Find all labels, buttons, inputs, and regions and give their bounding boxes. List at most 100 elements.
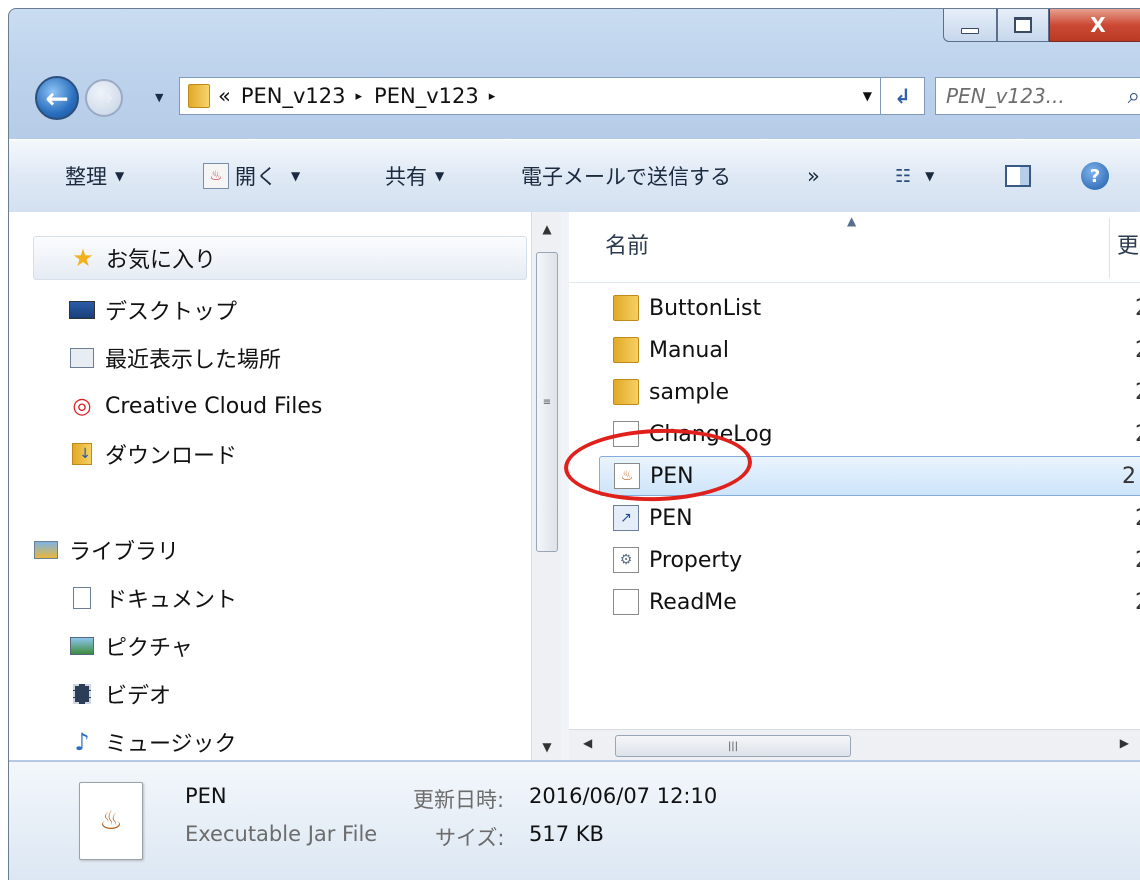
star-icon: ★ <box>72 244 94 272</box>
more-commands-icon: » <box>807 164 820 188</box>
preview-pane-icon <box>1005 165 1031 187</box>
refresh-button[interactable]: ↲ <box>881 77 925 115</box>
preview-pane-button[interactable] <box>1005 140 1031 212</box>
file-list-hscrollbar[interactable]: ◀ ||| ▶ <box>569 729 1140 760</box>
breadcrumb-arrow-icon[interactable]: ▸ <box>489 89 496 104</box>
nav-desktop[interactable]: デスクトップ <box>69 290 237 330</box>
nav-label: ダウンロード <box>105 444 238 469</box>
nav-pictures[interactable]: ピクチャ <box>69 626 193 666</box>
chevron-down-icon: ▼ <box>925 169 935 183</box>
open-menu[interactable]: ♨ 開く ▼ <box>203 140 300 212</box>
file-name: sample <box>649 379 729 405</box>
email-button[interactable]: 電子メールで送信する <box>521 140 731 212</box>
file-name: ReadMe <box>649 589 737 615</box>
nav-libraries[interactable]: ライブラリ <box>33 530 179 570</box>
share-label: 共有 <box>385 165 427 189</box>
file-date: 2 <box>1135 422 1140 447</box>
minimize-button[interactable] <box>943 9 997 42</box>
open-with-icon: ♨ <box>203 163 229 189</box>
help-button[interactable]: ? <box>1081 140 1109 212</box>
details-modified-value: 2016/06/07 12:10 <box>529 784 718 808</box>
file-date: 2 <box>1135 296 1140 321</box>
close-button[interactable]: X <box>1049 9 1140 42</box>
chevron-down-icon: ▼ <box>291 169 301 183</box>
jar-file-large-icon: ♨ <box>79 782 143 860</box>
text-file-icon <box>613 589 639 615</box>
search-icon[interactable]: ⌕ <box>1128 84 1140 109</box>
back-button[interactable]: ← <box>35 76 79 120</box>
minimize-icon <box>961 28 979 34</box>
close-icon: X <box>1090 13 1106 37</box>
file-row[interactable]: Manual 2 <box>599 330 1140 370</box>
file-date: 2 <box>1122 463 1136 489</box>
scroll-up-icon[interactable]: ▲ <box>532 222 562 236</box>
folder-icon <box>613 379 639 405</box>
forward-button[interactable]: → <box>85 79 123 117</box>
view-menu[interactable]: ☷ ▼ <box>895 140 934 212</box>
column-header-modified[interactable]: 更 <box>1117 228 1139 260</box>
nav-pane-scrollbar[interactable]: ▲ ≡ ▼ <box>531 212 562 760</box>
scroll-right-icon[interactable]: ▶ <box>1120 736 1129 750</box>
file-row[interactable]: ButtonList 2 <box>599 288 1140 328</box>
breadcrumb-segment[interactable]: PEN_v123 <box>241 84 346 108</box>
nav-videos[interactable]: ビデオ <box>69 674 171 714</box>
file-date: 2 <box>1135 338 1140 363</box>
file-row[interactable]: ⚙ Property 2 <box>599 540 1140 580</box>
file-date: 2 <box>1135 506 1140 531</box>
file-row[interactable]: ↗ PEN 2 <box>599 498 1140 538</box>
nav-recent-places[interactable]: 最近表示した場所 <box>69 338 281 378</box>
nav-label: ピクチャ <box>105 636 193 661</box>
nav-label: ライブラリ <box>69 540 180 565</box>
file-date: 2 <box>1135 548 1140 573</box>
recent-pages-dropdown[interactable]: ▼ <box>155 91 163 104</box>
view-details-icon: ☷ <box>895 165 912 187</box>
address-dropdown-icon[interactable]: ▼ <box>863 89 872 103</box>
column-divider[interactable] <box>1109 218 1110 278</box>
open-label: 開く <box>235 165 277 189</box>
pane-splitter[interactable] <box>561 212 569 760</box>
maximize-button[interactable] <box>997 9 1049 42</box>
more-commands-button[interactable]: » <box>807 140 820 212</box>
nav-label: ドキュメント <box>105 588 238 613</box>
documents-icon <box>69 587 95 609</box>
maximize-icon <box>1014 17 1032 33</box>
search-box[interactable]: PEN_v123... ⌕ <box>935 77 1140 115</box>
scrollbar-thumb[interactable]: ≡ <box>536 252 558 552</box>
details-modified-label: 更新日時: <box>413 788 505 812</box>
explorer-window: X ← → ▼ « PEN_v123 ▸ PEN_v123 ▸ ▼ ↲ PEN_… <box>8 8 1140 880</box>
address-bar[interactable]: « PEN_v123 ▸ PEN_v123 ▸ ▼ <box>179 77 881 115</box>
nav-music[interactable]: ♪ ミュージック <box>69 722 237 762</box>
nav-label: ビデオ <box>105 684 172 709</box>
search-input[interactable]: PEN_v123... <box>946 84 1065 108</box>
nav-downloads[interactable]: ↓ ダウンロード <box>69 434 237 474</box>
file-row[interactable]: sample 2 <box>599 372 1140 412</box>
details-size-label: サイズ: <box>435 826 505 850</box>
file-name: ButtonList <box>649 295 762 321</box>
breadcrumb-overflow[interactable]: « <box>218 84 231 108</box>
scrollbar-thumb[interactable]: ||| <box>615 735 851 757</box>
config-file-icon: ⚙ <box>613 547 639 573</box>
organize-menu[interactable]: 整理 ▼ <box>65 140 124 212</box>
scroll-left-icon[interactable]: ◀ <box>583 736 592 750</box>
desktop-icon <box>69 299 95 321</box>
file-row[interactable]: ReadMe 2 <box>599 582 1140 622</box>
creative-cloud-icon: ◎ <box>72 393 92 419</box>
back-arrow-icon: ← <box>45 81 69 115</box>
nav-label: ミュージック <box>105 732 237 757</box>
nav-label: お気に入り <box>106 248 217 273</box>
refresh-icon: ↲ <box>894 84 911 108</box>
breadcrumb-arrow-icon[interactable]: ▸ <box>356 89 363 104</box>
share-menu[interactable]: 共有 ▼ <box>385 140 444 212</box>
nav-documents[interactable]: ドキュメント <box>69 578 237 618</box>
email-label: 電子メールで送信する <box>521 165 731 189</box>
chevron-down-icon: ▼ <box>435 169 445 183</box>
details-file-type: Executable Jar File <box>185 822 378 846</box>
scroll-down-icon[interactable]: ▼ <box>532 740 562 754</box>
file-name: Manual <box>649 337 729 363</box>
caption-buttons: X <box>943 9 1140 45</box>
column-header-name[interactable]: 名前 <box>605 228 649 260</box>
breadcrumb-segment[interactable]: PEN_v123 <box>374 84 479 108</box>
downloads-folder-icon: ↓ <box>69 443 95 465</box>
nav-favorites[interactable]: ★ お気に入り <box>33 236 527 280</box>
nav-creative-cloud[interactable]: ◎ Creative Cloud Files <box>69 386 322 426</box>
